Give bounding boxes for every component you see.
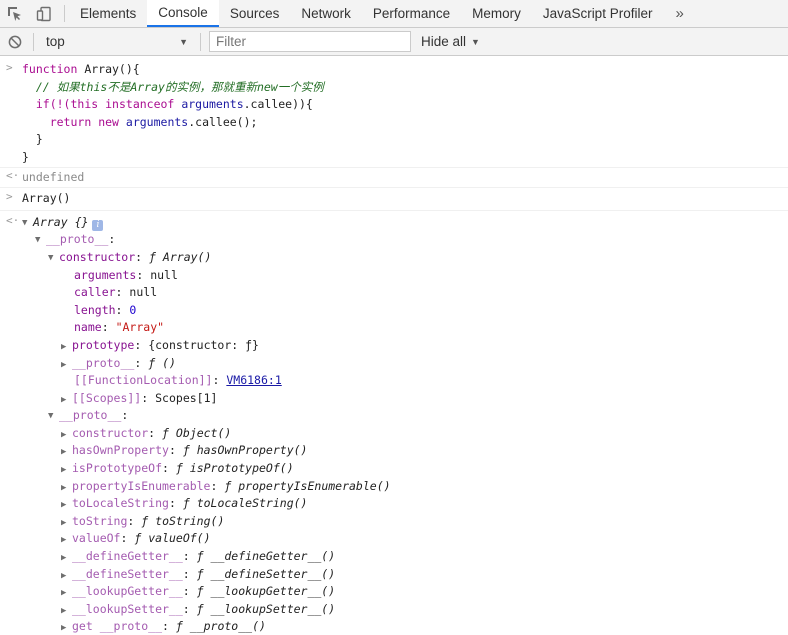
tree-node-object-proto[interactable]: ▼ __proto__:: [22, 407, 788, 425]
tree-node-constructor[interactable]: ▼ constructor: ƒ Array(): [22, 249, 788, 267]
more-tabs-button[interactable]: »: [663, 0, 695, 27]
tree-node-proto-member[interactable]: ▶ toString: ƒ toString(): [22, 513, 788, 531]
clear-console-icon[interactable]: [0, 28, 29, 55]
chevron-down-icon: ▼: [179, 36, 188, 47]
code-line: Array(): [22, 191, 71, 206]
expand-arrow-icon[interactable]: ▶: [61, 620, 72, 635]
result-prompt-icon: <·: [6, 213, 20, 227]
tab-console[interactable]: Console: [147, 0, 219, 27]
tree-node-proto-member[interactable]: ▶ get __proto__: ƒ __proto__(): [22, 618, 788, 635]
tree-leaf: length: 0: [74, 302, 137, 317]
inspect-element-icon[interactable]: [0, 0, 29, 27]
console-toolbar: top ▼ Hide all ▼: [0, 28, 788, 56]
toolbar-separator: [200, 32, 201, 51]
tab-javascript-profiler[interactable]: JavaScript Profiler: [532, 0, 664, 27]
chevron-down-icon: ▼: [471, 36, 480, 47]
code-line: // 如果this不是Array的实例，那就重新new一个实例: [35, 79, 324, 94]
object-proto-members: ▶ constructor: ƒ Object() ▶ hasOwnProperty:…: [22, 425, 788, 635]
device-toolbar-icon[interactable]: [29, 0, 58, 27]
console-result-message: <· undefined: [0, 168, 788, 189]
tree-node-proto-member[interactable]: ▶ isPrototypeOf: ƒ isPrototypeOf(): [22, 460, 788, 478]
console-input-message: > Array(): [0, 188, 788, 211]
context-selector-value: top: [46, 34, 65, 49]
code-line: }: [35, 132, 43, 147]
info-icon[interactable]: i: [92, 219, 104, 231]
console-input-message: > function Array(){ // 如果this不是Array的实例，…: [0, 56, 788, 168]
tab-network[interactable]: Network: [290, 0, 362, 27]
tree-node-proto-member[interactable]: ▶ propertyIsEnumerable: ƒ propertyIsEnume…: [22, 478, 788, 496]
expand-arrow-icon[interactable]: ▶: [61, 357, 72, 375]
object-tree: ▼ Array {} i ▼ __proto__: ▼ constructor: ƒ A…: [22, 214, 788, 635]
expand-arrow-icon[interactable]: ▼: [48, 408, 59, 426]
tab-bar-separator: [64, 5, 65, 22]
tree-node-proto-member[interactable]: ▶ __lookupGetter__: ƒ __lookupGetter__(): [22, 583, 788, 601]
expand-arrow-icon[interactable]: ▶: [61, 550, 72, 568]
code-line: function Array(){: [22, 62, 140, 76]
tree-leaf: caller: null: [74, 285, 158, 300]
tree-node-proto-member[interactable]: ▶ __defineSetter__: ƒ __defineSetter__(): [22, 566, 788, 584]
tree-leaf-function-location: [[FunctionLocation]]: VM6186:1: [74, 373, 282, 388]
tree-node-proto-member[interactable]: ▶ hasOwnProperty: ƒ hasOwnProperty(): [22, 442, 788, 460]
log-levels-dropdown[interactable]: Hide all ▼: [421, 34, 480, 49]
tree-node-proto-member[interactable]: ▶ constructor: ƒ Object(): [22, 425, 788, 443]
expand-arrow-icon[interactable]: ▼: [35, 232, 46, 250]
tree-leaf: arguments: null: [74, 267, 178, 282]
console-messages: > function Array(){ // 如果this不是Array的实例，…: [0, 56, 788, 635]
tree-node-proto-member[interactable]: ▶ valueOf: ƒ valueOf(): [22, 530, 788, 548]
tree-node-proto[interactable]: ▶ __proto__: ƒ (): [22, 355, 788, 373]
expand-arrow-icon[interactable]: ▼: [48, 250, 59, 268]
code-line: return new arguments.callee();: [49, 114, 258, 129]
tab-elements[interactable]: Elements: [69, 0, 147, 27]
input-prompt-icon: >: [6, 61, 13, 74]
toolbar-separator: [33, 32, 34, 51]
expand-arrow-icon[interactable]: ▶: [61, 339, 72, 357]
tab-sources[interactable]: Sources: [219, 0, 291, 27]
tab-memory[interactable]: Memory: [461, 0, 532, 27]
tree-node-proto-member[interactable]: ▶ toLocaleString: ƒ toLocaleString(): [22, 495, 788, 513]
tree-root[interactable]: ▼ Array {} i: [22, 214, 788, 232]
tab-performance[interactable]: Performance: [362, 0, 461, 27]
result-value: undefined: [22, 169, 85, 184]
source-link[interactable]: VM6186:1: [226, 373, 281, 387]
console-result-message: <· ▼ Array {} i ▼ __proto__: ▼ constructor: …: [0, 211, 788, 635]
input-prompt-icon: >: [6, 190, 13, 204]
tree-node-proto-member[interactable]: ▶ __lookupSetter__: ƒ __lookupSetter__(): [22, 601, 788, 619]
result-prompt-icon: <·: [6, 168, 20, 182]
context-selector[interactable]: top ▼: [38, 31, 196, 53]
expand-arrow-icon[interactable]: ▼: [22, 215, 33, 233]
tree-node-prototype[interactable]: ▶ prototype: {constructor: ƒ}: [22, 337, 788, 355]
code-line: }: [22, 149, 29, 164]
tree-node-proto[interactable]: ▼ __proto__:: [22, 231, 788, 249]
filter-input[interactable]: [209, 31, 411, 52]
tree-leaf: name: "Array": [74, 320, 165, 335]
tree-node-proto-member[interactable]: ▶ __defineGetter__: ƒ __defineGetter__(): [22, 548, 788, 566]
tree-node-scopes[interactable]: ▶ [[Scopes]]: Scopes[1]: [22, 390, 788, 408]
code-line: if(!(this instanceof arguments.callee)){: [35, 97, 313, 112]
devtools-tab-bar: Elements Console Sources Network Perform…: [0, 0, 788, 28]
log-levels-label: Hide all: [421, 34, 467, 49]
